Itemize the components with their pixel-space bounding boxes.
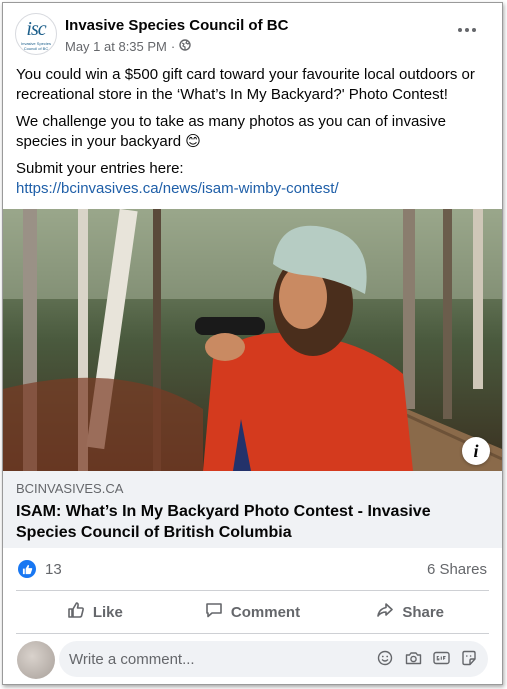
reaction-count[interactable]: 13 (45, 561, 62, 578)
post-body: You could win a $500 gift card toward yo… (16, 65, 492, 199)
camera-icon[interactable] (404, 649, 422, 667)
separator-dot: · (170, 39, 176, 54)
comment-box[interactable] (59, 641, 488, 677)
comment-label: Comment (230, 603, 301, 621)
preview-domain: BCINVASIVES.CA (16, 481, 124, 496)
like-reaction-icon[interactable] (18, 560, 36, 578)
page-avatar[interactable]: isc Invasive Species Council of BC (15, 13, 57, 55)
comment-input[interactable] (69, 641, 359, 677)
photo-illustration (3, 209, 502, 471)
comment-composer (3, 635, 502, 684)
post-paragraph: You could win a $500 gift card toward yo… (16, 66, 475, 103)
more-dot (465, 28, 469, 32)
more-options-button[interactable] (454, 21, 480, 39)
link-preview-card[interactable]: BCINVASIVES.CA ISAM: What’s In My Backya… (3, 471, 502, 548)
contest-link[interactable]: https://bcinvasives.ca/news/isam-wimby-c… (16, 180, 339, 197)
preview-title[interactable]: ISAM: What’s In My Backyard Photo Contes… (16, 501, 489, 543)
share-label: Share (402, 603, 445, 621)
share-count[interactable]: 6 Shares (427, 561, 487, 578)
more-dot (458, 28, 462, 32)
link-preview-image[interactable]: i (3, 209, 502, 471)
like-button[interactable]: Like (16, 591, 174, 633)
thumbs-up-icon (67, 601, 85, 623)
share-arrow-icon (376, 601, 394, 623)
logo-subtext: Invasive Species Council of BC (20, 41, 51, 51)
comment-tools (376, 649, 478, 667)
page-name-link[interactable]: Invasive Species Council of BC (65, 17, 288, 34)
speech-bubble-icon (205, 601, 223, 623)
comment-button[interactable]: Comment (174, 591, 332, 633)
post-header: isc Invasive Species Council of BC Invas… (3, 3, 502, 61)
sticker-icon[interactable] (460, 649, 478, 667)
submit-text: Submit your entries here: (16, 160, 184, 177)
post-meta: May 1 at 8:35 PM · (65, 39, 191, 54)
info-button[interactable]: i (462, 437, 490, 465)
post-stats: 13 6 Shares (3, 548, 502, 590)
action-bar: Like Comment Share (16, 590, 489, 634)
like-label: Like (92, 603, 123, 621)
user-avatar[interactable] (17, 641, 55, 679)
post-paragraph: We challenge you to take as many photos … (16, 113, 446, 150)
logo-mark: isc (26, 18, 46, 40)
gif-icon[interactable] (432, 649, 450, 667)
facebook-post: isc Invasive Species Council of BC Invas… (2, 2, 503, 685)
globe-icon[interactable] (179, 39, 191, 54)
post-paragraph-submit: Submit your entries here: https://bcinva… (16, 159, 492, 199)
more-dot (472, 28, 476, 32)
share-button[interactable]: Share (331, 591, 489, 633)
post-timestamp[interactable]: May 1 at 8:35 PM (65, 39, 167, 54)
emoji-icon[interactable] (376, 649, 394, 667)
